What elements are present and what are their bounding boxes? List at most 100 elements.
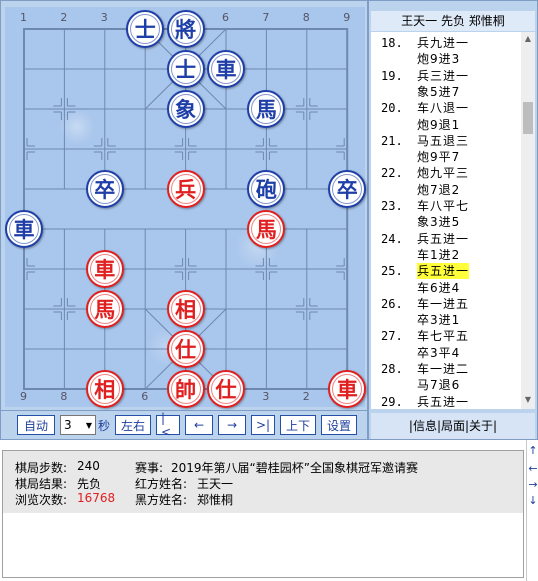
move-number: 20. [381,101,403,116]
move-item[interactable]: 23. 车八平七 [371,198,521,214]
move-list-panel: 王天一 先负 郑惟桐 18. 兵九进一 炮9进3 19. 兵三进一 象5进7 20. 车八退一… [368,0,538,440]
board-frame: 123456789 987654321 士將士車象馬卒兵砲卒車馬車馬相仕相帥仕車 [0,0,368,411]
red-piece-r-pawn[interactable]: 兵 [166,170,205,208]
move-item[interactable]: 18. 兵九进一 [371,35,521,51]
interval-value: 3 [64,418,72,432]
move-item[interactable]: 19. 兵三进一 [371,68,521,84]
move-item[interactable]: 29. 兵五进一 [371,394,521,409]
move-text: 兵五进一 [417,231,470,246]
settings-button[interactable]: 设置 [321,415,358,435]
move-item[interactable]: 26. 车一进五 [371,296,521,312]
red-piece-r-horse-2[interactable]: 馬 [85,290,124,328]
panel-tabs[interactable]: |信息|局面|关于| [371,413,535,439]
event-value: 2019年第八届“碧桂园杯”全国象棋冠军邀请赛 [171,461,418,475]
move-number: 19. [381,68,403,83]
move-text: 象3进5 [417,215,461,230]
move-item[interactable]: 车1进2 [371,247,521,263]
red-piece-r-advisor-1[interactable]: 仕 [166,330,205,368]
scroll-up-icon[interactable]: ▲ [521,34,535,46]
move-item[interactable]: 21. 马五退三 [371,133,521,149]
auto-play-button[interactable]: 自动 [17,415,55,435]
file-label: 9 [343,11,351,24]
game-info-panel: 棋局步数: 240 棋局结果: 先负 浏览次数: 16768 赛事: 2019年… [2,450,524,578]
next-move-button[interactable]: → [218,415,247,435]
red-piece-r-minister-1[interactable]: 相 [166,290,205,328]
move-text: 车1进2 [417,247,461,262]
views-value: 16768 [77,491,116,505]
result-label: 棋局结果: [15,477,68,491]
move-item[interactable]: 20. 车八退一 [371,100,521,116]
black-piece-b-chariot-2[interactable]: 車 [5,210,43,248]
prev-move-button[interactable]: ← [185,415,214,435]
move-item[interactable]: 马7退6 [371,377,521,393]
xiangqi-board[interactable]: 123456789 987654321 士將士車象馬卒兵砲卒車馬車馬相仕相帥仕車 [5,7,367,408]
move-number: 27. [381,329,403,344]
move-text: 卒3进1 [417,313,461,328]
move-item[interactable]: 卒3平4 [371,345,521,361]
move-number: 22. [381,166,403,181]
move-text: 兵五进一 [417,263,470,280]
file-label: 6 [222,11,229,24]
file-label: 7 [262,11,270,24]
move-list[interactable]: 18. 兵九进一 炮9进3 19. 兵三进一 象5进7 20. 车八退一 炮9退1 21. 马五退三… [371,32,535,409]
move-text: 车八退一 [417,101,470,116]
move-item[interactable]: 象3进5 [371,214,521,230]
black-piece-b-advisor-2[interactable]: 士 [166,50,205,88]
file-label: 9 [20,390,27,403]
arrow-left-icon[interactable]: ← [527,462,538,475]
black-piece-b-elephant[interactable]: 象 [166,90,205,128]
move-item[interactable]: 卒3进1 [371,312,521,328]
move-item[interactable]: 25. 兵五进一 [371,263,521,280]
interval-select[interactable]: 3 ▼ [60,415,96,435]
move-text: 炮九平三 [417,166,470,181]
black-piece-b-soldier-2[interactable]: 卒 [328,170,367,208]
move-item[interactable]: 24. 兵五进一 [371,231,521,247]
last-move-button[interactable]: >| [251,415,276,435]
move-text: 炮9退1 [417,117,461,132]
move-text: 炮7退2 [417,182,461,197]
arrow-down-icon[interactable]: ↓ [527,494,538,507]
red-piece-r-chariot-2[interactable]: 車 [328,370,367,408]
black-piece-b-chariot-1[interactable]: 車 [207,50,245,88]
red-piece-r-chariot-1[interactable]: 車 [85,250,124,288]
arrow-up-icon[interactable]: ↑ [527,444,538,457]
move-number: 26. [381,296,403,311]
move-item[interactable]: 28. 车一进二 [371,361,521,377]
scroll-down-icon[interactable]: ▼ [521,395,535,407]
move-item[interactable]: 27. 车七平五 [371,328,521,344]
move-text: 车一进五 [417,296,470,311]
move-text: 车七平五 [417,329,470,344]
move-text: 马7退6 [417,378,461,393]
file-label: 8 [60,390,68,403]
file-label: 1 [20,11,27,24]
left-right-button[interactable]: 左右 [115,415,152,435]
move-number: 21. [381,133,403,148]
move-text: 马五退三 [417,133,470,148]
move-text: 兵五进一 [417,394,470,409]
arrow-right-icon[interactable]: → [527,478,538,491]
black-piece-b-advisor-1[interactable]: 士 [126,10,165,48]
move-text: 卒3平4 [417,345,461,360]
move-text: 车一进二 [417,362,470,376]
move-list-scrollbar[interactable]: ▲ ▼ [521,32,535,409]
red-piece-r-minister-2[interactable]: 相 [85,370,124,408]
scroll-thumb[interactable] [523,102,533,134]
red-piece-r-king[interactable]: 帥 [166,370,205,408]
move-item[interactable]: 炮9平7 [371,149,521,165]
black-piece-b-soldier-1[interactable]: 卒 [85,170,124,208]
move-number: 24. [381,231,403,246]
move-item[interactable]: 象5进7 [371,84,521,100]
move-number: 23. [381,199,403,213]
move-item[interactable]: 炮9进3 [371,51,521,67]
first-move-button[interactable]: |< [156,411,181,439]
up-down-button[interactable]: 上下 [280,415,317,435]
red-piece-r-advisor-2[interactable]: 仕 [207,370,245,408]
move-item[interactable]: 炮7退2 [371,182,521,198]
side-navigation: ↑ ← → ↓ [526,440,538,581]
move-item[interactable]: 22. 炮九平三 [371,165,521,181]
black-piece-b-general[interactable]: 將 [166,10,205,48]
move-text: 车八平七 [417,199,470,213]
interval-unit: 秒 [98,418,111,433]
move-item[interactable]: 车6进4 [371,280,521,296]
move-item[interactable]: 炮9退1 [371,117,521,133]
